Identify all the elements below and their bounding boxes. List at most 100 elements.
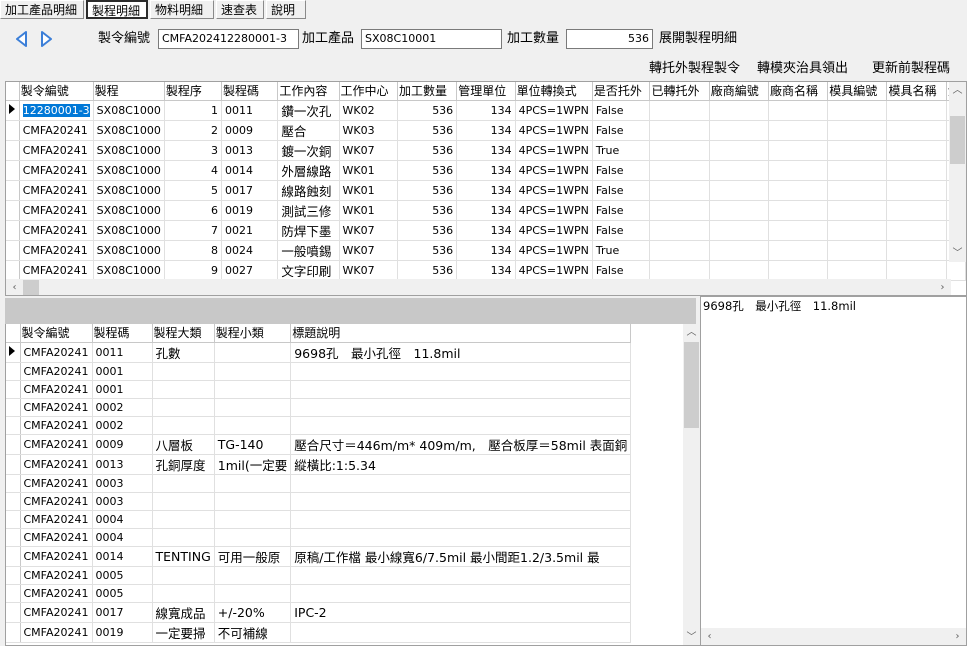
- expand-process-button[interactable]: 展開製程明細: [659, 28, 737, 50]
- table-cell[interactable]: 0003: [92, 474, 153, 493]
- table-cell[interactable]: 0003: [92, 492, 153, 511]
- table-cell[interactable]: CMFA20241: [20, 602, 93, 623]
- table-row[interactable]: CMFA20241 0009 八層板 TG-140 壓合尺寸＝446m/m* 409m/…: [6, 434, 632, 455]
- product-field[interactable]: SX08C10001: [361, 29, 502, 49]
- table-cell[interactable]: CMFA20241: [19, 200, 94, 221]
- table-cell[interactable]: CMFA20241: [19, 180, 94, 201]
- scroll-left-icon[interactable]: ‹: [6, 279, 23, 295]
- table-cell[interactable]: SX08C1000: [93, 200, 165, 221]
- table-cell[interactable]: [152, 492, 215, 511]
- column-header[interactable]: 製程: [93, 82, 165, 101]
- table-cell[interactable]: CMFA20241: [20, 622, 93, 643]
- table-cell[interactable]: 536: [397, 160, 458, 181]
- table-cell[interactable]: SX08C1000: [93, 160, 165, 181]
- table-cell[interactable]: [152, 362, 215, 381]
- table-cell[interactable]: 壓合尺寸＝446m/m* 409m/m, 壓合板厚＝58mil 表面銅: [290, 434, 632, 455]
- table-cell[interactable]: 0019: [92, 622, 153, 643]
- table-cell[interactable]: [768, 260, 829, 281]
- quantity-field[interactable]: 536: [566, 29, 653, 49]
- left-arrow-icon[interactable]: [14, 31, 28, 47]
- table-cell[interactable]: 536: [397, 260, 458, 281]
- table-cell[interactable]: 7: [164, 220, 223, 241]
- table-cell[interactable]: [886, 160, 947, 181]
- table-cell[interactable]: 4PCS=1WPN: [515, 160, 593, 181]
- row-header[interactable]: [6, 584, 21, 603]
- table-cell[interactable]: CMFA20241: [20, 454, 93, 475]
- row-header[interactable]: [6, 602, 21, 623]
- scroll-down-icon[interactable]: ﹀: [683, 629, 700, 645]
- table-cell[interactable]: [152, 566, 215, 585]
- scroll-right-icon[interactable]: ›: [949, 628, 966, 645]
- table-row[interactable]: CMFA20241 0011 孔數 9698孔 最小孔徑 11.8mil: [6, 342, 632, 363]
- table-cell[interactable]: 536: [397, 220, 458, 241]
- table-cell[interactable]: 0024: [221, 240, 279, 261]
- column-header[interactable]: 已轉托外: [649, 82, 710, 101]
- table-cell[interactable]: 0021: [221, 220, 279, 241]
- table-cell[interactable]: [709, 240, 769, 261]
- table-cell[interactable]: [214, 492, 292, 511]
- table-row[interactable]: CMFA20241 0014 TENTING 可用一般原 原稿/工作檔 最小線寬6/7.…: [6, 546, 632, 567]
- table-cell[interactable]: +/-20%: [214, 602, 292, 623]
- table-cell[interactable]: 8: [164, 240, 223, 261]
- process-grid-vscrollbar[interactable]: ︿ ﹀: [949, 82, 966, 262]
- table-row[interactable]: CMFA20241 SX08C1000 3 0013 鍍一次銅 WK07 536 134 4PC…: [6, 140, 966, 161]
- row-header[interactable]: [6, 100, 20, 121]
- table-cell[interactable]: 孔數: [152, 342, 215, 363]
- table-cell[interactable]: [214, 474, 292, 493]
- table-cell[interactable]: [709, 220, 769, 241]
- table-cell[interactable]: 536: [397, 180, 458, 201]
- row-header[interactable]: [6, 220, 20, 241]
- table-cell[interactable]: WK01: [339, 180, 398, 201]
- table-cell[interactable]: WK02: [339, 100, 398, 121]
- table-cell[interactable]: [827, 240, 888, 261]
- row-header[interactable]: [6, 120, 20, 141]
- table-cell[interactable]: 134: [456, 100, 516, 121]
- table-cell[interactable]: [649, 120, 710, 141]
- table-cell[interactable]: [827, 120, 888, 141]
- table-cell[interactable]: CMFA20241: [19, 140, 94, 161]
- table-cell[interactable]: 八層板: [152, 434, 215, 455]
- table-row[interactable]: CMFA20241 0019 一定要掃 不可補線: [6, 622, 632, 643]
- table-cell[interactable]: 12280001-3: [19, 100, 94, 121]
- table-cell[interactable]: [214, 380, 292, 399]
- table-cell[interactable]: [768, 120, 829, 141]
- table-cell[interactable]: False: [592, 120, 651, 141]
- table-cell[interactable]: 0017: [221, 180, 279, 201]
- row-header[interactable]: [6, 260, 20, 281]
- table-cell[interactable]: False: [592, 160, 651, 181]
- table-cell[interactable]: CMFA20241: [20, 362, 93, 381]
- table-cell[interactable]: CMFA20241: [19, 220, 94, 241]
- table-cell[interactable]: SX08C1000: [93, 220, 165, 241]
- table-cell[interactable]: [214, 566, 292, 585]
- table-cell[interactable]: 0019: [221, 200, 279, 221]
- table-cell[interactable]: 縱橫比:1:5.34: [290, 454, 632, 475]
- row-header[interactable]: [6, 362, 21, 381]
- scroll-right-icon[interactable]: ›: [934, 279, 951, 295]
- table-cell[interactable]: [214, 528, 292, 547]
- scroll-thumb[interactable]: [950, 116, 965, 164]
- table-cell[interactable]: True: [592, 140, 651, 161]
- tab-0[interactable]: 加工產品明細: [0, 0, 84, 19]
- table-cell[interactable]: 6: [164, 200, 223, 221]
- table-row[interactable]: CMFA20241 0004: [6, 528, 632, 547]
- tab-4[interactable]: 說明: [266, 0, 306, 19]
- row-header[interactable]: [6, 398, 21, 417]
- scroll-down-icon[interactable]: ﹀: [949, 245, 966, 262]
- row-header[interactable]: [6, 342, 21, 363]
- table-row[interactable]: CMFA20241 SX08C1000 9 0027 文字印刷 WK07 536 134 4PC…: [6, 260, 966, 281]
- table-cell[interactable]: SX08C1000: [93, 140, 165, 161]
- table-cell[interactable]: [827, 160, 888, 181]
- row-header[interactable]: [6, 492, 21, 511]
- table-cell[interactable]: SX08C1000: [93, 260, 165, 281]
- update-prev-process-button[interactable]: 更新前製程碼: [872, 60, 950, 78]
- table-row[interactable]: CMFA20241 SX08C1000 7 0021 防焊下墨 WK07 536 134 4PC…: [6, 220, 966, 241]
- table-cell[interactable]: 4PCS=1WPN: [515, 200, 593, 221]
- table-cell[interactable]: CMFA20241: [20, 528, 93, 547]
- table-cell[interactable]: 線路蝕刻: [277, 180, 340, 201]
- table-cell[interactable]: False: [592, 180, 651, 201]
- table-cell[interactable]: 536: [397, 120, 458, 141]
- table-cell[interactable]: 0011: [92, 342, 153, 363]
- table-cell[interactable]: 文字印刷: [277, 260, 340, 281]
- table-cell[interactable]: SX08C1000: [93, 240, 165, 261]
- table-cell[interactable]: [152, 380, 215, 399]
